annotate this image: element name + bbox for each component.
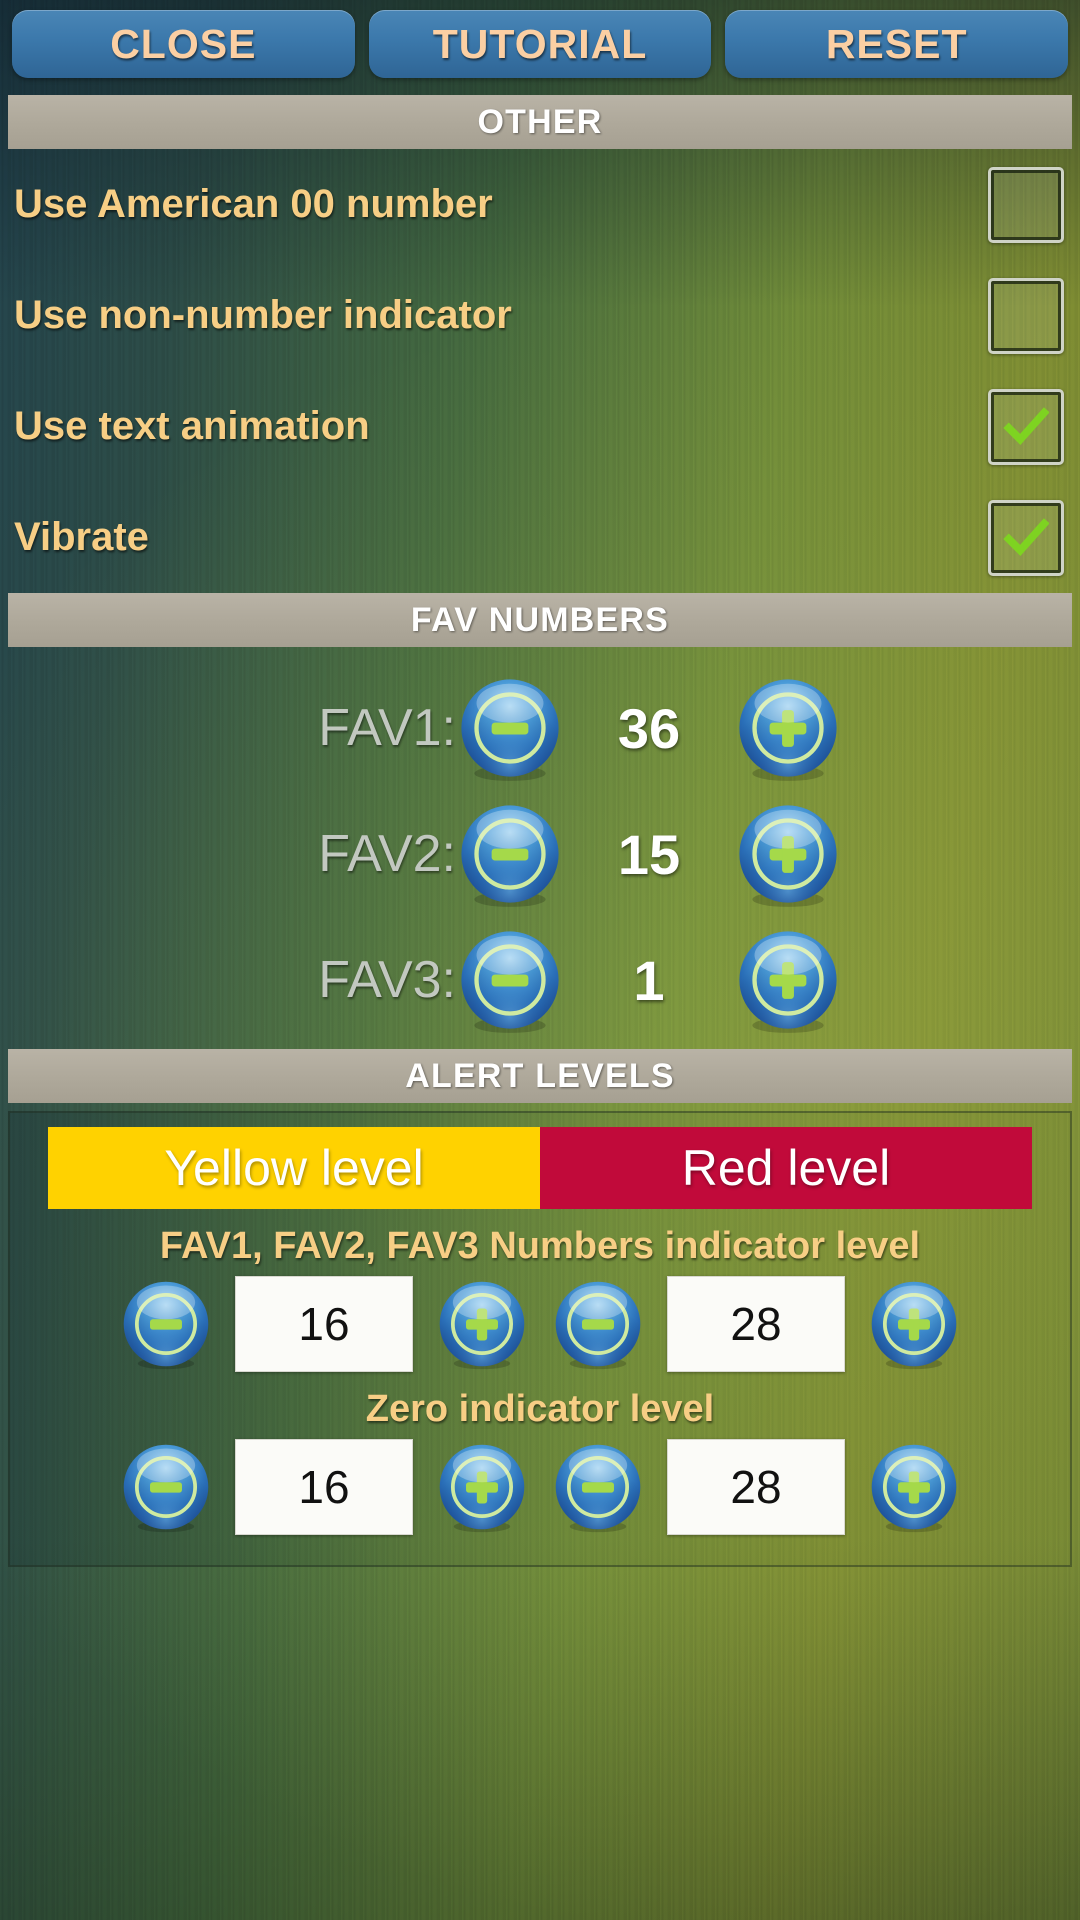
fav-row-3: FAV3: 1 bbox=[0, 917, 1080, 1043]
fav2-value: 15 bbox=[617, 822, 681, 886]
close-button[interactable]: CLOSE bbox=[12, 10, 355, 78]
fav-row-1: FAV1: 36 bbox=[0, 665, 1080, 791]
option-label: Use non-number indicator bbox=[14, 293, 512, 337]
section-header-fav-numbers: FAV NUMBERS bbox=[8, 593, 1072, 647]
fav-indicator-red-plus-button[interactable] bbox=[867, 1277, 961, 1371]
other-options-list: Use American 00 number Use non-number in… bbox=[0, 149, 1080, 593]
checkmark-icon bbox=[1003, 517, 1049, 556]
option-label: Use text animation bbox=[14, 404, 370, 448]
tab-yellow-level[interactable]: Yellow level bbox=[48, 1127, 540, 1209]
zero-indicator-yellow-minus-button[interactable] bbox=[119, 1440, 213, 1534]
option-label: Vibrate bbox=[14, 515, 149, 559]
checkbox-vibrate[interactable] bbox=[988, 499, 1064, 576]
fav1-minus-button[interactable] bbox=[456, 674, 564, 782]
zero-indicator-yellow-input[interactable]: 16 bbox=[235, 1439, 413, 1535]
tab-red-level[interactable]: Red level bbox=[540, 1127, 1032, 1209]
alert-level-tabs: Yellow level Red level bbox=[48, 1127, 1032, 1209]
fav1-value: 36 bbox=[617, 696, 681, 760]
option-row-american-00[interactable]: Use American 00 number bbox=[0, 149, 1080, 260]
fav-indicator-red-input[interactable]: 28 bbox=[667, 1276, 845, 1372]
fav3-minus-button[interactable] bbox=[456, 926, 564, 1034]
fav-indicator-yellow-minus-button[interactable] bbox=[119, 1277, 213, 1371]
toolbar: CLOSE TUTORIAL RESET bbox=[0, 0, 1080, 78]
reset-button[interactable]: RESET bbox=[725, 10, 1069, 78]
checkbox-use-text-animation[interactable] bbox=[988, 388, 1064, 465]
checkbox-use-non-number-indicator[interactable] bbox=[988, 277, 1064, 354]
fav-row-2: FAV2: 15 bbox=[0, 791, 1080, 917]
alert-levels-panel: Yellow level Red level FAV1, FAV2, FAV3 … bbox=[8, 1111, 1072, 1567]
fav-indicator-yellow-input[interactable]: 16 bbox=[235, 1276, 413, 1372]
fav3-label: FAV3: bbox=[318, 951, 456, 1009]
zero-indicator-red-plus-button[interactable] bbox=[867, 1440, 961, 1534]
fav3-plus-button[interactable] bbox=[734, 926, 842, 1034]
fav-indicator-yellow-plus-button[interactable] bbox=[435, 1277, 529, 1371]
section-header-other: OTHER bbox=[8, 95, 1072, 149]
stepper-row-zero-indicator: 16 28 bbox=[8, 1439, 1072, 1535]
fav1-label: FAV1: bbox=[318, 699, 456, 757]
fav-numbers-list: FAV1: 36 FAV2: 15 FAV3: 1 bbox=[0, 647, 1080, 1049]
fav-indicator-red-minus-button[interactable] bbox=[551, 1277, 645, 1371]
zero-indicator-yellow-plus-button[interactable] bbox=[435, 1440, 529, 1534]
section-header-alert-levels: ALERT LEVELS bbox=[8, 1049, 1072, 1103]
fav3-value: 1 bbox=[633, 948, 665, 1012]
option-row-text-animation[interactable]: Use text animation bbox=[0, 371, 1080, 482]
option-label: Use American 00 number bbox=[14, 182, 493, 226]
fav1-plus-button[interactable] bbox=[734, 674, 842, 782]
tutorial-button[interactable]: TUTORIAL bbox=[368, 10, 712, 78]
checkbox-use-american-00[interactable] bbox=[988, 166, 1064, 243]
option-row-non-number-indicator[interactable]: Use non-number indicator bbox=[0, 260, 1080, 371]
fav2-minus-button[interactable] bbox=[456, 800, 564, 908]
settings-screen: CLOSE TUTORIAL RESET OTHER Use American … bbox=[0, 0, 1080, 1920]
option-row-vibrate[interactable]: Vibrate bbox=[0, 482, 1080, 593]
group-label-zero-indicator: Zero indicator level bbox=[365, 1388, 715, 1430]
fav2-label: FAV2: bbox=[318, 825, 456, 883]
stepper-row-fav-indicator: 16 28 bbox=[8, 1276, 1072, 1372]
zero-indicator-red-input[interactable]: 28 bbox=[667, 1439, 845, 1535]
zero-indicator-red-minus-button[interactable] bbox=[551, 1440, 645, 1534]
checkmark-icon bbox=[1003, 406, 1049, 445]
fav2-plus-button[interactable] bbox=[734, 800, 842, 908]
group-label-fav-indicator: FAV1, FAV2, FAV3 Numbers indicator level bbox=[159, 1225, 921, 1267]
